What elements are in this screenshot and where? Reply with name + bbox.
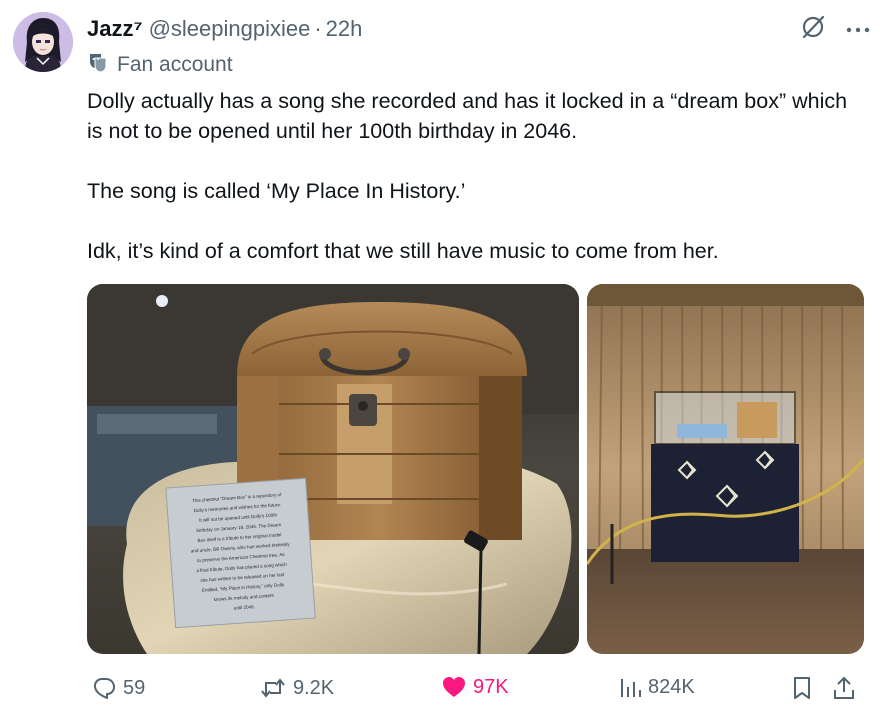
account-label: Fan account [87,51,233,79]
tweet-paragraph: The song is called ‘My Place In History.… [87,179,466,203]
heart-icon [441,675,467,699]
reply-button[interactable]: 59 [91,675,145,701]
share-button[interactable] [832,675,856,701]
display-case-photo[interactable] [587,284,864,654]
tweet-text: Dolly actually has a song she recorded a… [87,86,857,266]
repost-count: 9.2K [293,676,335,699]
bookmark-icon [791,675,813,701]
reply-count: 59 [123,676,146,699]
tweet-header: Jazz⁷ @sleepingpixiee · 22h [87,14,362,44]
bookmark-button[interactable] [791,675,813,701]
views-icon [618,675,642,699]
avatar-image [13,12,73,72]
timestamp[interactable]: 22h [326,16,363,42]
tweet-paragraph: Idk, it’s kind of a comfort that we stil… [87,239,719,263]
user-handle[interactable]: @sleepingpixiee [149,16,311,42]
reply-icon [91,675,117,701]
views-count: 824K [648,675,695,698]
repost-icon [259,675,287,701]
repost-button[interactable]: 9.2K [259,675,334,701]
tweet-paragraph: Dolly actually has a song she recorded a… [87,89,848,143]
views-button[interactable]: 824K [618,675,695,699]
fan-account-label: Fan account [117,53,233,76]
display-name[interactable]: Jazz⁷ [87,16,143,42]
like-count: 97K [473,675,509,698]
avatar[interactable] [13,12,73,72]
top-actions [800,14,870,45]
dream-box-photo[interactable]: This chestnut “Dream Box” is a repositor… [87,284,579,654]
share-icon [832,675,856,701]
media-grid: This chestnut “Dream Box” is a repositor… [87,284,864,654]
theater-masks-icon [87,51,117,79]
separator-dot: · [314,16,322,41]
grok-icon[interactable] [800,14,826,45]
like-button[interactable]: 97K [441,675,509,699]
more-dots-icon[interactable] [846,21,870,39]
action-bar: 59 9.2K 97K 824K [87,672,864,706]
